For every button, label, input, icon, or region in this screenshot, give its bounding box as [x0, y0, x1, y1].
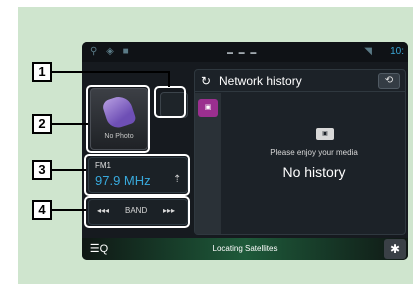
panel-header: ↻ Network history ⟲ [195, 70, 405, 92]
gear-icon[interactable]: ✱ [384, 239, 406, 259]
highlight-3 [84, 154, 190, 196]
highlight-2 [86, 85, 150, 153]
wifi-icon: ◥ [364, 46, 372, 57]
callout-3: 3 [32, 160, 52, 180]
callout-line-1 [52, 71, 170, 73]
youtube-logo-icon: ▣ [316, 128, 334, 140]
callout-4: 4 [32, 200, 52, 220]
callout-1: 1 [32, 62, 52, 82]
empty-state-text: No history [282, 164, 346, 180]
refresh-icon[interactable]: ↻ [201, 74, 211, 88]
callout-line-4 [52, 209, 86, 211]
page-indicator: ▬ ▬ ▬ [227, 50, 259, 56]
media-tab-strip: ▣ [195, 93, 221, 234]
clock: 10: [390, 46, 404, 57]
callout-line-1b [168, 71, 170, 87]
sync-button[interactable]: ⟲ [378, 73, 400, 89]
highlight-1 [154, 86, 186, 118]
panel-title: Network history [219, 74, 302, 88]
callout-line-2 [52, 123, 88, 125]
callout-2: 2 [32, 114, 52, 134]
media-message: Please enjoy your media [270, 148, 358, 157]
status-bar: ⚲ ◈ ■ ▬ ▬ ▬ ◥ 10: [82, 42, 408, 62]
status-icons: ⚲ ◈ ■ [90, 46, 132, 57]
network-history-panel: ↻ Network history ⟲ ▣ ▣ Please enjoy you… [194, 69, 406, 235]
gps-status: Locating Satellites [212, 244, 278, 253]
youtube-tab-icon[interactable]: ▣ [198, 99, 218, 117]
bottom-bar: ☰Q Locating Satellites ✱ [82, 238, 408, 260]
callout-line-3 [52, 169, 86, 171]
highlight-4 [84, 196, 190, 228]
